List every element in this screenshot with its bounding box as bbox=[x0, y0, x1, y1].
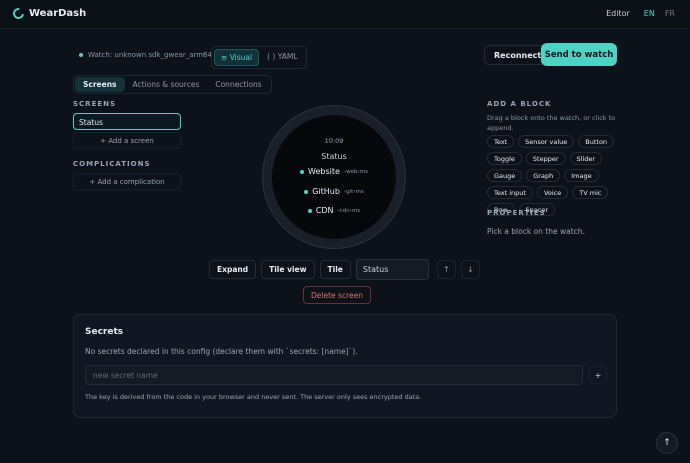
arrow-down-icon: ↓ bbox=[467, 265, 474, 274]
watch-row-value: ‹git›ms bbox=[343, 188, 364, 195]
expand-button[interactable]: Expand bbox=[209, 260, 257, 279]
list-icon: ≡ bbox=[221, 53, 228, 62]
top-bar: WearDash Editor EN FR bbox=[0, 0, 690, 29]
watch-row-value: ‹web›ms bbox=[343, 168, 368, 175]
secrets-title: Secrets bbox=[85, 327, 124, 337]
logo[interactable]: WearDash bbox=[10, 5, 87, 22]
block-chip-toggle[interactable]: Toggle bbox=[487, 152, 522, 165]
scroll-to-top-button[interactable]: ↑ bbox=[656, 432, 678, 454]
status-dot-icon bbox=[79, 53, 83, 57]
status-dot-icon bbox=[307, 208, 312, 213]
watch-row-label: CDN bbox=[315, 206, 334, 215]
delete-screen-button[interactable]: Delete screen bbox=[303, 286, 371, 304]
screen-item-status[interactable]: Status bbox=[73, 113, 181, 130]
properties-heading: PROPERTIES bbox=[487, 209, 546, 217]
watch-face[interactable]: 10:09 Status Website ‹web›ms GitHub ‹git… bbox=[272, 115, 396, 239]
move-up-button[interactable]: ↑ bbox=[436, 260, 456, 279]
nav-editor-link[interactable]: Editor bbox=[606, 9, 630, 18]
editor-tabs: Screens Actions & sources Connections bbox=[73, 75, 272, 94]
add-complication-button[interactable]: + Add a complication bbox=[73, 173, 181, 190]
tab-actions-sources[interactable]: Actions & sources bbox=[125, 77, 208, 92]
send-to-watch-button[interactable]: Send to watch bbox=[541, 43, 617, 66]
watch-preview: 10:09 Status Website ‹web›ms GitHub ‹git… bbox=[262, 105, 406, 249]
block-chip-slider[interactable]: Slider bbox=[569, 152, 603, 165]
watch-time: 10:09 bbox=[324, 137, 344, 145]
watch-row-cdn[interactable]: CDN ‹cdn›ms bbox=[272, 206, 396, 215]
block-chip-text-input[interactable]: Text input bbox=[487, 186, 533, 199]
block-chip-text[interactable]: Text bbox=[487, 135, 515, 148]
editor-toolbar: Watch: unknown sdk_gwear_arm64 ≡ Visual … bbox=[73, 43, 617, 69]
watch-row-github[interactable]: GitHub ‹git›ms bbox=[272, 187, 396, 196]
tile-view-button[interactable]: Tile view bbox=[261, 260, 315, 279]
block-chip-graph[interactable]: Graph bbox=[526, 169, 561, 182]
mode-yaml-button[interactable]: ( ) YAML bbox=[261, 49, 303, 66]
tab-connections[interactable]: Connections bbox=[207, 77, 269, 92]
plus-icon: + bbox=[594, 370, 602, 380]
secret-name-input[interactable]: new secret name bbox=[85, 365, 583, 385]
status-dot-icon bbox=[304, 189, 309, 194]
watch-row-website[interactable]: Website ‹web›ms bbox=[272, 167, 396, 176]
mode-visual-button[interactable]: ≡ Visual bbox=[214, 49, 260, 66]
arrow-up-icon: ↑ bbox=[443, 265, 450, 274]
screen-name-input[interactable]: Status bbox=[355, 259, 429, 280]
mode-visual-label: Visual bbox=[229, 53, 253, 62]
tab-screens[interactable]: Screens bbox=[75, 77, 125, 92]
add-screen-button[interactable]: + Add a screen bbox=[73, 132, 181, 149]
watch-status: Watch: unknown sdk_gwear_arm64 bbox=[79, 51, 212, 59]
secrets-note: The key is derived from the code in your… bbox=[85, 393, 422, 401]
app-title: WearDash bbox=[29, 8, 87, 19]
watch-screen-title[interactable]: Status bbox=[272, 152, 396, 161]
secrets-description: No secrets declared in this config (decl… bbox=[85, 347, 358, 356]
mode-yaml-label: YAML bbox=[277, 52, 298, 61]
secrets-panel: Secrets No secrets declared in this conf… bbox=[73, 314, 617, 418]
watch-row-value: ‹cdn›ms bbox=[337, 207, 361, 214]
block-chip-sensor-value[interactable]: Sensor value bbox=[518, 135, 575, 148]
add-block-heading: ADD A BLOCK bbox=[487, 100, 552, 108]
block-palette: Text Sensor value Button Toggle Stepper … bbox=[487, 135, 622, 216]
logo-ring-icon bbox=[10, 5, 27, 22]
block-chip-image[interactable]: Image bbox=[564, 169, 599, 182]
watch-row-label: GitHub bbox=[312, 187, 340, 196]
mode-toggle: ≡ Visual ( ) YAML bbox=[211, 46, 307, 69]
status-dot-icon bbox=[300, 169, 305, 174]
properties-empty-text: Pick a block on the watch. bbox=[487, 227, 585, 236]
screens-heading: SCREENS bbox=[73, 100, 117, 108]
code-icon: ( ) bbox=[267, 52, 276, 61]
add-block-description: Drag a block onto the watch, or click to… bbox=[487, 114, 616, 132]
block-chip-voice[interactable]: Voice bbox=[536, 186, 569, 199]
complications-heading: COMPLICATIONS bbox=[73, 160, 151, 168]
top-nav: Editor EN FR bbox=[606, 9, 675, 18]
block-chip-stepper[interactable]: Stepper bbox=[525, 152, 566, 165]
block-chip-tv-mic[interactable]: TV mic bbox=[572, 186, 609, 199]
lang-en-link[interactable]: EN bbox=[644, 9, 655, 18]
watch-row-label: Website bbox=[308, 167, 340, 176]
block-chip-gauge[interactable]: Gauge bbox=[487, 169, 523, 182]
watch-status-text: Watch: unknown sdk_gwear_arm64 bbox=[88, 51, 212, 59]
block-chip-button[interactable]: Button bbox=[578, 135, 615, 148]
tile-button[interactable]: Tile bbox=[319, 260, 351, 279]
move-down-button[interactable]: ↓ bbox=[460, 260, 480, 279]
arrow-up-icon: ↑ bbox=[663, 438, 671, 448]
lang-fr-link[interactable]: FR bbox=[665, 9, 675, 18]
screen-controls: Expand Tile view Tile Status ↑ ↓ bbox=[209, 259, 480, 280]
add-secret-button[interactable]: + bbox=[589, 366, 607, 384]
